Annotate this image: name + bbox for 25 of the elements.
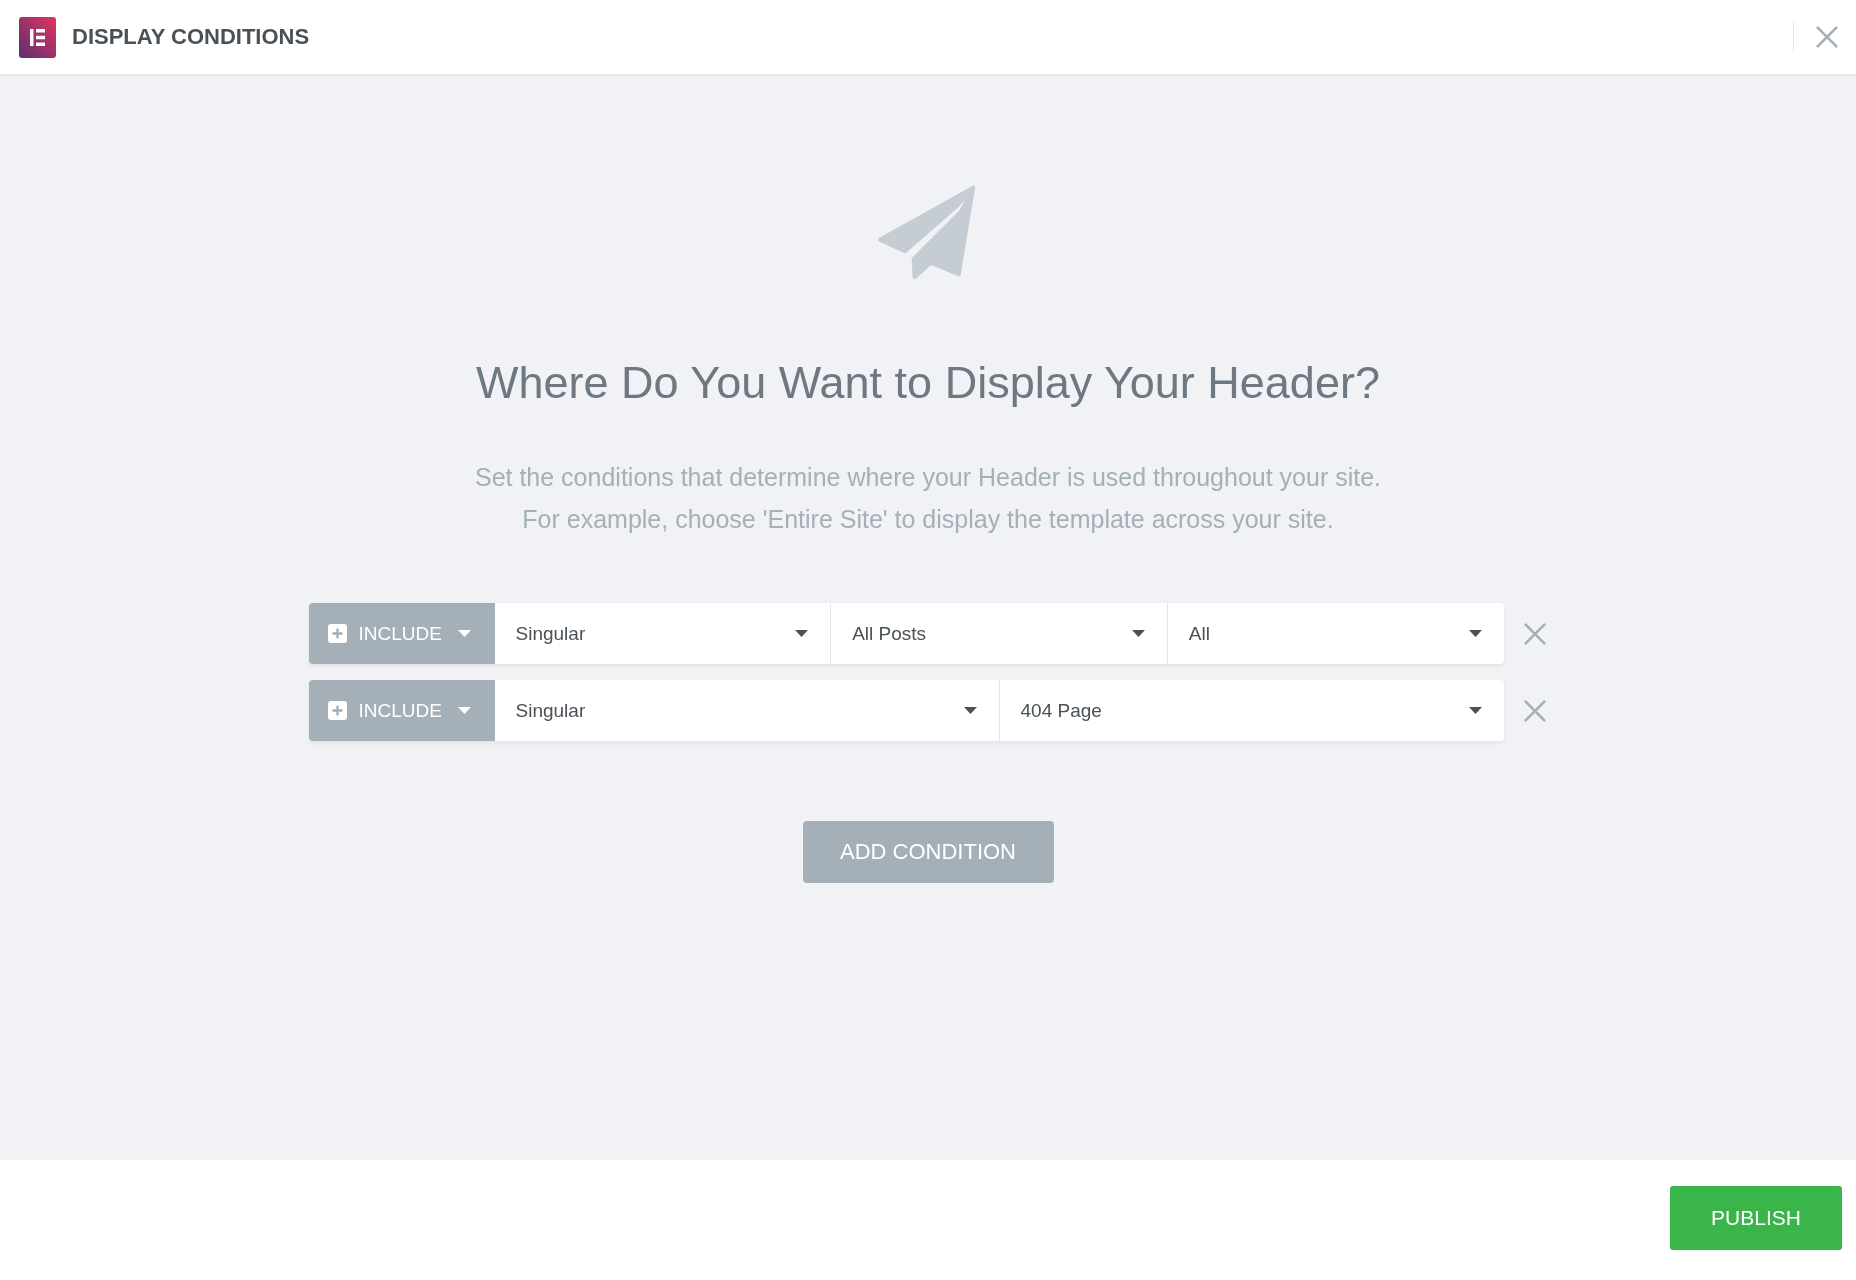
caret-icon (1468, 707, 1482, 714)
caret-icon (1131, 630, 1145, 637)
caret-icon (1468, 630, 1482, 637)
logo-icon (19, 16, 56, 58)
remove-button[interactable] (1521, 620, 1548, 647)
plus-icon (327, 701, 347, 720)
description-text: For example, choose 'Entire Site' to display the template across your site. (522, 504, 1334, 535)
dialog-title: DISPLAY CONDITIONS (72, 24, 310, 50)
close-icon (1523, 699, 1546, 722)
remove-button[interactable] (1521, 697, 1548, 724)
close-icon (1816, 26, 1838, 48)
description-text: Set the conditions that determine where your Header is used throughout your site. (474, 462, 1382, 493)
caret-icon (963, 707, 977, 714)
select-field[interactable]: All Posts (830, 603, 1167, 664)
select-field[interactable]: 404 Page (998, 680, 1504, 741)
caret-icon (457, 630, 471, 637)
caret-icon (795, 630, 809, 637)
plus-icon (327, 624, 347, 643)
select-field[interactable]: Singular (494, 680, 999, 741)
close-icon (1523, 622, 1546, 645)
select-field[interactable]: Singular (494, 603, 831, 664)
heading: Where Do You Want to Display Your Header? (476, 356, 1380, 410)
caret-icon (457, 707, 471, 714)
select-field[interactable]: All (1166, 603, 1504, 664)
close-button[interactable] (1816, 26, 1838, 48)
